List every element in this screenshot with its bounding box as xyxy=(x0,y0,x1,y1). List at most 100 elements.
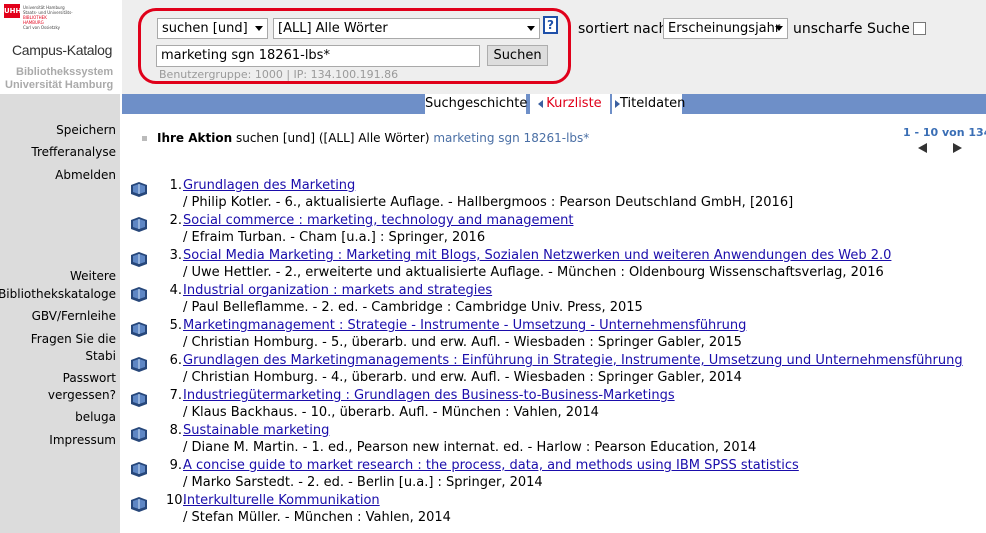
list-item: 1. Grundlagen des Marketing / Philip Kot… xyxy=(128,177,978,212)
nav-ask-stabi[interactable]: Fragen Sie die xyxy=(31,331,116,348)
nav-ask-stabi[interactable]: Stabi xyxy=(85,348,116,365)
chevron-down-icon xyxy=(527,26,535,31)
book-icon[interactable] xyxy=(130,496,148,512)
book-icon[interactable] xyxy=(130,356,148,372)
help-button[interactable]: ? xyxy=(543,16,558,34)
book-icon[interactable] xyxy=(130,251,148,267)
nav-gbv[interactable]: GBV/Fernleihe xyxy=(32,308,116,325)
action-label: Ihre Aktion xyxy=(157,131,233,145)
action-summary: Ihre Aktion suchen [und] ([ALL] Alle Wör… xyxy=(157,131,589,145)
result-title-link[interactable]: Social commerce : marketing, technology … xyxy=(183,212,573,229)
bullet-icon xyxy=(142,136,147,141)
result-number: 6. xyxy=(169,353,182,368)
fuzzy-search-checkbox[interactable] xyxy=(913,22,926,35)
operator-select[interactable]: suchen [und] xyxy=(157,18,268,39)
action-text: suchen [und] ([ALL] Alle Wörter) xyxy=(232,131,434,145)
result-info: / Diane M. Martin. - 1. ed., Pearson new… xyxy=(183,440,757,455)
sort-label: sortiert nach xyxy=(578,21,668,37)
divider xyxy=(120,94,122,533)
sort-select-value: Erscheinungsjahr xyxy=(668,21,781,36)
result-title-link[interactable]: Social Media Marketing : Marketing mit B… xyxy=(183,247,891,264)
university-logo[interactable]: UHH xyxy=(4,4,21,18)
tab-short-list[interactable]: Kurzliste xyxy=(530,94,610,114)
chevron-down-icon xyxy=(255,26,263,31)
result-title-link[interactable]: Grundlagen des Marketingmanagements : Ei… xyxy=(183,352,963,369)
result-title-link[interactable]: Marketingmanagement : Strategie - Instru… xyxy=(183,317,746,334)
tab-title-data[interactable]: Titeldaten xyxy=(612,94,686,114)
chevron-down-icon xyxy=(775,26,783,31)
result-title-link[interactable]: Industriegütermarketing : Grundlagen des… xyxy=(183,387,675,404)
tab-label: Suchgeschichte xyxy=(425,96,528,111)
book-icon[interactable] xyxy=(130,461,148,477)
list-item: 10. Interkulturelle Kommunikation / Stef… xyxy=(128,492,978,527)
result-info: / Efraim Turban. - Cham [u.a.] : Springe… xyxy=(183,230,486,245)
result-number: 8. xyxy=(169,423,182,438)
book-icon[interactable] xyxy=(130,426,148,442)
catalog-subtitle-line2: Universität Hamburg xyxy=(5,79,114,91)
result-range: 1 - 10 von 134 xyxy=(903,126,986,139)
catalog-subtitle-line1: Bibliothekssystem xyxy=(16,66,114,78)
logo-text-line: Carl von Ossietzky xyxy=(23,25,60,30)
result-number: 1. xyxy=(169,178,182,193)
book-icon[interactable] xyxy=(130,321,148,337)
operator-select-value: suchen [und] xyxy=(162,21,248,36)
nav-other-catalogs[interactable]: Bibliothekskataloge xyxy=(0,286,116,303)
library-logo-text: Universität Hamburg Staats- und Universi… xyxy=(23,5,73,35)
user-info: Benutzergruppe: 1000 | IP: 134.100.191.8… xyxy=(159,68,399,81)
nav-beluga[interactable]: beluga xyxy=(75,409,116,426)
result-info: / Philip Kotler. - 6., aktualisierte Auf… xyxy=(183,195,794,210)
result-info: / Stefan Müller. - München : Vahlen, 201… xyxy=(183,510,451,525)
action-query: marketing sgn 18261-lbs* xyxy=(433,131,590,145)
result-info: / Christian Homburg. - 4., überarb. und … xyxy=(183,370,742,385)
book-icon[interactable] xyxy=(130,391,148,407)
book-icon[interactable] xyxy=(130,181,148,197)
nav-password[interactable]: Passwort xyxy=(63,370,116,387)
result-number: 4. xyxy=(169,283,182,298)
result-info: / Marko Sarstedt. - 2. ed. - Berlin [u.a… xyxy=(183,475,543,490)
fuzzy-search-label: unscharfe Suche xyxy=(793,21,910,37)
result-number: 7. xyxy=(169,388,182,403)
list-item: 6. Grundlagen des Marketingmanagements :… xyxy=(128,352,978,387)
field-select[interactable]: [ALL] Alle Wörter xyxy=(273,18,540,39)
search-button[interactable]: Suchen xyxy=(487,45,548,66)
list-item: 3. Social Media Marketing : Marketing mi… xyxy=(128,247,978,282)
result-title-link[interactable]: Interkulturelle Kommunikation xyxy=(183,492,380,509)
list-item: 5. Marketingmanagement : Strategie - Ins… xyxy=(128,317,978,352)
result-title-link[interactable]: Industrial organization : markets and st… xyxy=(183,282,492,299)
result-number: 2. xyxy=(169,213,182,228)
field-select-value: [ALL] Alle Wörter xyxy=(278,21,388,36)
result-info: / Klaus Backhaus. - 10., überarb. Aufl. … xyxy=(183,405,599,420)
result-number: 10. xyxy=(166,493,187,508)
book-icon[interactable] xyxy=(130,216,148,232)
result-number: 5. xyxy=(169,318,182,333)
list-item: 9. A concise guide to market research : … xyxy=(128,457,978,492)
result-title-link[interactable]: Sustainable marketing xyxy=(183,422,329,439)
next-page-icon[interactable] xyxy=(953,143,962,153)
arrow-left-icon xyxy=(538,99,544,108)
nav-analysis[interactable]: Trefferanalyse xyxy=(31,144,116,161)
left-nav-top xyxy=(0,94,120,114)
result-info: / Uwe Hettler. - 2., erweiterte und aktu… xyxy=(183,265,884,280)
nav-password[interactable]: vergessen? xyxy=(48,387,116,404)
tab-search-history[interactable]: Suchgeschichte xyxy=(425,94,528,114)
tab-label: Titeldaten xyxy=(620,96,686,111)
prev-page-icon[interactable] xyxy=(918,143,927,153)
result-info: / Christian Homburg. - 5., überarb. und … xyxy=(183,335,742,350)
list-item: 2. Social commerce : marketing, technolo… xyxy=(128,212,978,247)
nav-imprint[interactable]: Impressum xyxy=(49,432,116,449)
sort-select[interactable]: Erscheinungsjahr xyxy=(663,18,788,39)
book-icon[interactable] xyxy=(130,286,148,302)
result-number: 9. xyxy=(169,458,182,473)
nav-save[interactable]: Speichern xyxy=(56,122,116,139)
nav-other-catalogs[interactable]: Weitere xyxy=(70,268,116,285)
result-info: / Paul Belleflamme. - 2. ed. - Cambridge… xyxy=(183,300,643,315)
list-item: 7. Industriegütermarketing : Grundlagen … xyxy=(128,387,978,422)
result-title-link[interactable]: Grundlagen des Marketing xyxy=(183,177,355,194)
list-item: 4. Industrial organization : markets and… xyxy=(128,282,978,317)
tab-label: Kurzliste xyxy=(546,96,602,111)
result-title-link[interactable]: A concise guide to market research : the… xyxy=(183,457,799,474)
catalog-title[interactable]: Campus-Katalog xyxy=(12,42,112,58)
nav-logout[interactable]: Abmelden xyxy=(55,167,116,184)
result-number: 3. xyxy=(169,248,182,263)
search-input[interactable]: marketing sgn 18261-lbs* xyxy=(156,45,480,67)
